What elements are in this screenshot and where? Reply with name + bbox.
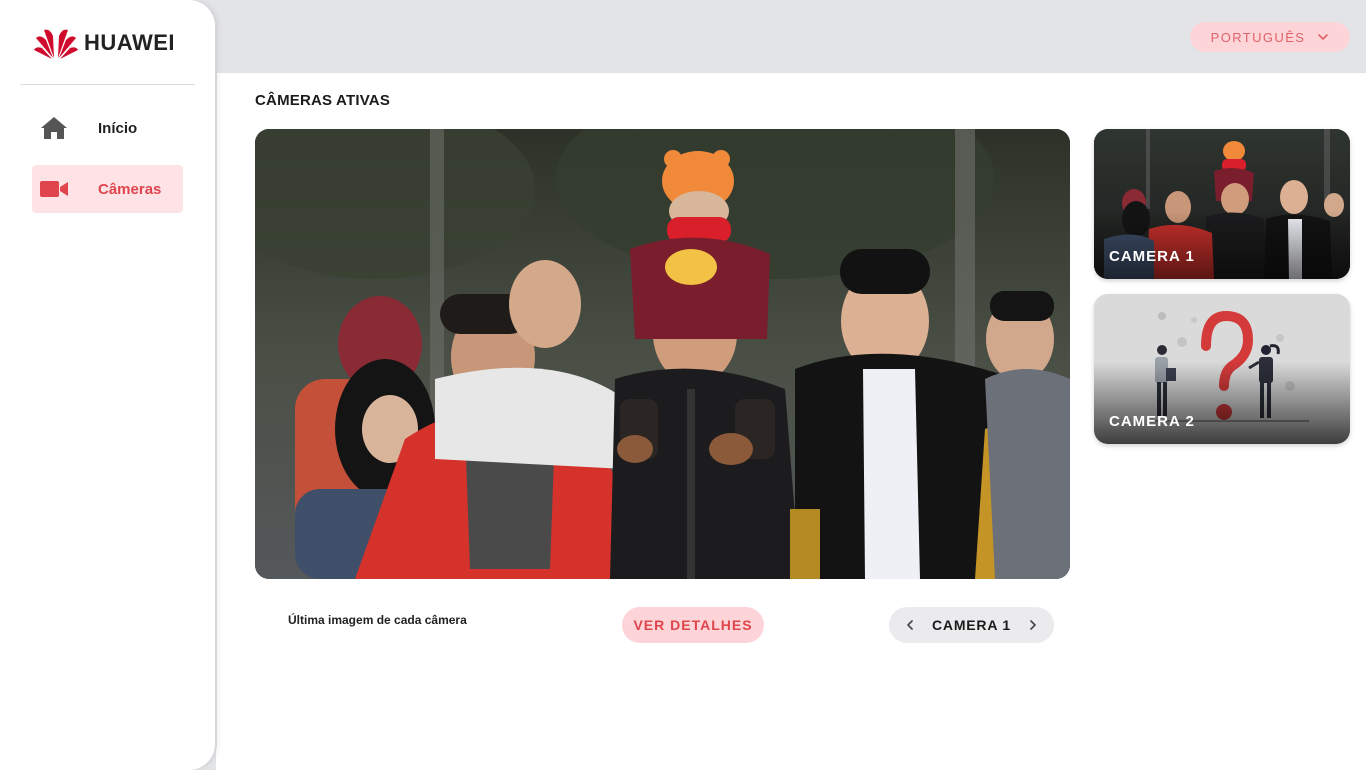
crowd-photo <box>255 129 1070 579</box>
video-camera-icon <box>39 174 69 204</box>
chevron-left-icon[interactable] <box>903 618 917 632</box>
sidebar-item-inicio[interactable]: Início <box>32 104 183 152</box>
main-camera-image <box>255 129 1070 579</box>
sidebar-item-label: Câmeras <box>98 180 162 198</box>
thumbnail-label-2: CAMERA 2 <box>1109 413 1195 430</box>
brand-name: HUAWEI <box>84 30 175 55</box>
thumbnail-label-1: CAMERA 1 <box>1109 248 1195 265</box>
home-icon <box>39 113 69 143</box>
brand-logo[interactable]: HUAWEI <box>34 26 175 60</box>
sidebar-divider <box>20 84 195 85</box>
sidebar: HUAWEI Início Câmeras <box>0 0 215 770</box>
page-title: CÂMERAS ATIVAS <box>255 92 391 109</box>
view-details-button[interactable]: VER DETALHES <box>622 607 764 643</box>
sidebar-item-cameras[interactable]: Câmeras <box>32 165 183 213</box>
main-content: CÂMERAS ATIVAS Última imagem de cada câm… <box>216 73 1366 770</box>
app-root: PORTUGUÊS CÂMERAS ATIVAS Última imagem d… <box>0 0 1366 770</box>
huawei-flower-logo-icon <box>34 29 78 59</box>
sidebar-item-label: Início <box>98 119 138 137</box>
language-label: PORTUGUÊS <box>1210 29 1306 45</box>
camera-thumbnail-2[interactable]: CAMERA 2 <box>1094 294 1350 444</box>
language-select[interactable]: PORTUGUÊS <box>1190 22 1350 52</box>
chevron-down-icon <box>1318 34 1329 40</box>
selected-camera-label: CAMERA 1 <box>932 617 1011 633</box>
chevron-right-icon[interactable] <box>1026 618 1040 632</box>
camera-thumbnail-1[interactable]: CAMERA 1 <box>1094 129 1350 279</box>
image-caption: Última imagem de cada câmera <box>288 613 467 627</box>
camera-switcher: CAMERA 1 <box>889 607 1054 643</box>
